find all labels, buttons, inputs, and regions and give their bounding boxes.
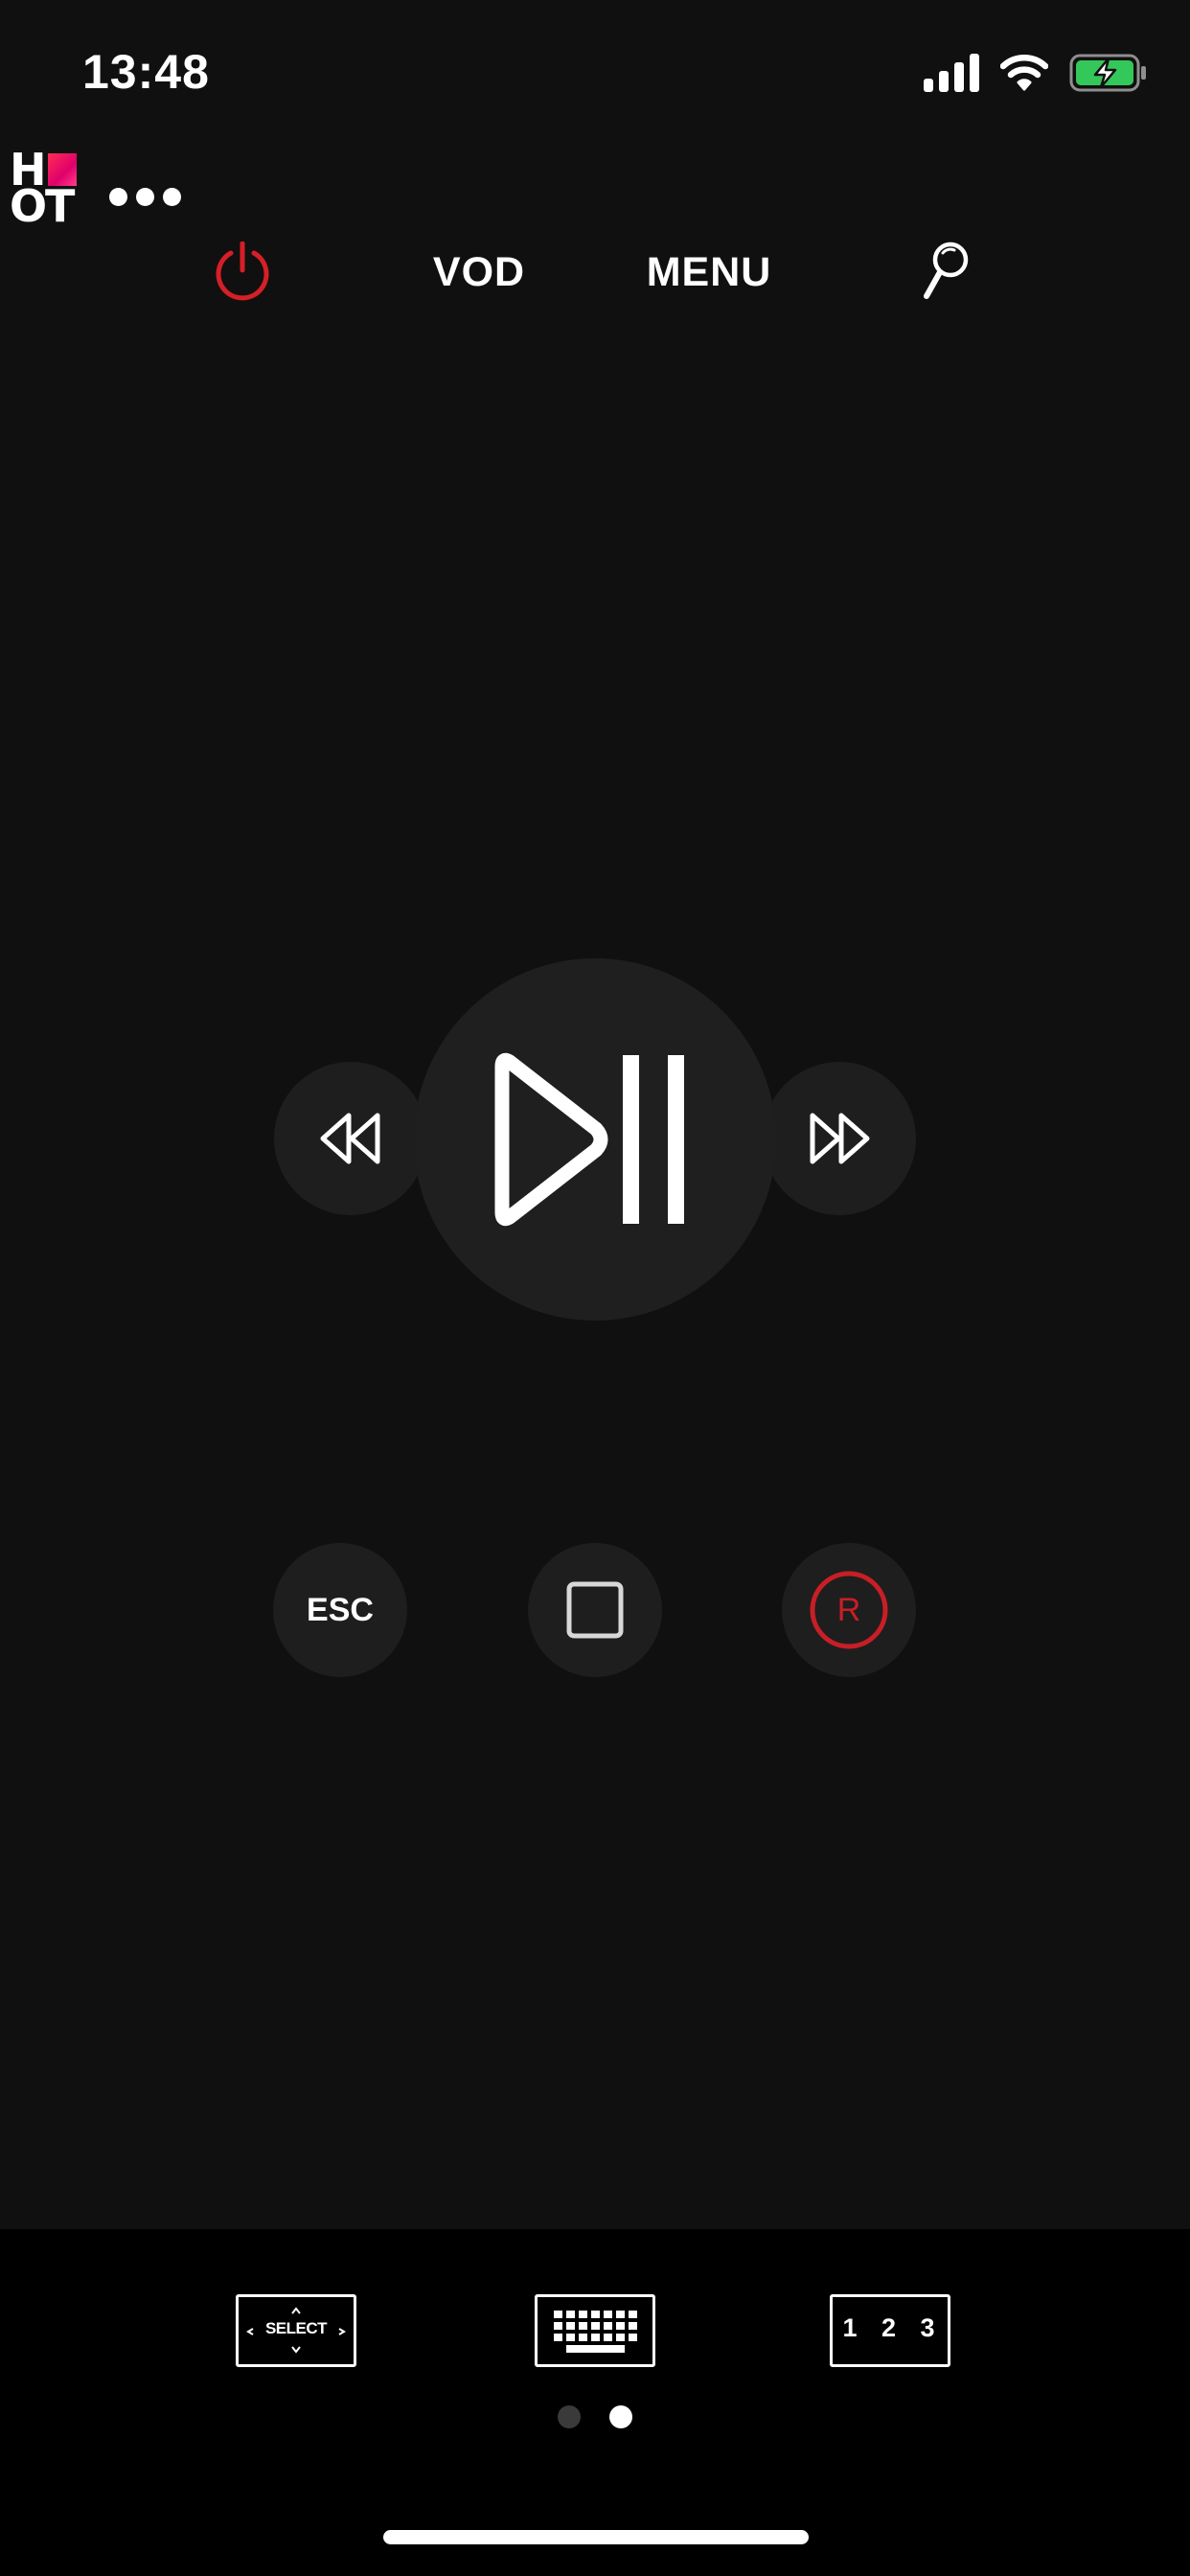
page-dot-1[interactable] bbox=[558, 2405, 581, 2428]
battery-charging-icon bbox=[1069, 54, 1146, 92]
rewind-icon bbox=[320, 1113, 380, 1164]
status-icons bbox=[924, 46, 1148, 100]
logo-letter-t: T bbox=[45, 180, 76, 232]
hot-logo: H O T bbox=[10, 148, 79, 232]
search-icon[interactable] bbox=[922, 242, 970, 301]
keypad-label: 1 2 3 bbox=[842, 2313, 944, 2342]
esc-label: ESC bbox=[307, 1591, 374, 1628]
logo-letter-o: O bbox=[10, 180, 48, 232]
power-icon[interactable] bbox=[213, 242, 272, 303]
stop-icon bbox=[566, 1581, 624, 1639]
record-button[interactable]: R bbox=[782, 1543, 916, 1677]
record-icon: R bbox=[809, 1570, 889, 1650]
select-label: SELECT bbox=[264, 2319, 328, 2337]
select-navigation-button[interactable]: SELECT bbox=[236, 2294, 356, 2367]
page-dot-2-active[interactable] bbox=[609, 2405, 632, 2428]
menu-button[interactable]: MENU bbox=[632, 243, 786, 301]
record-label: R bbox=[836, 1592, 861, 1628]
keyboard-icon bbox=[554, 2311, 637, 2353]
numeric-keypad-button[interactable]: 1 2 3 bbox=[830, 2294, 950, 2367]
more-dots-icon[interactable] bbox=[109, 188, 181, 206]
bottom-toolbar bbox=[0, 2229, 1190, 2576]
play-pause-icon bbox=[494, 1052, 684, 1227]
wifi-icon bbox=[1000, 55, 1048, 91]
home-indicator[interactable] bbox=[383, 2530, 809, 2544]
status-time: 13:48 bbox=[82, 45, 210, 99]
rewind-button[interactable] bbox=[274, 1062, 427, 1215]
signal-icon bbox=[924, 54, 979, 92]
fast-forward-button[interactable] bbox=[763, 1062, 916, 1215]
fast-forward-icon bbox=[810, 1113, 870, 1164]
stop-button[interactable] bbox=[528, 1543, 662, 1677]
play-pause-button[interactable] bbox=[414, 958, 776, 1321]
keyboard-button[interactable] bbox=[535, 2294, 655, 2367]
vod-button[interactable]: VOD bbox=[412, 243, 546, 301]
esc-button[interactable]: ESC bbox=[273, 1543, 407, 1677]
